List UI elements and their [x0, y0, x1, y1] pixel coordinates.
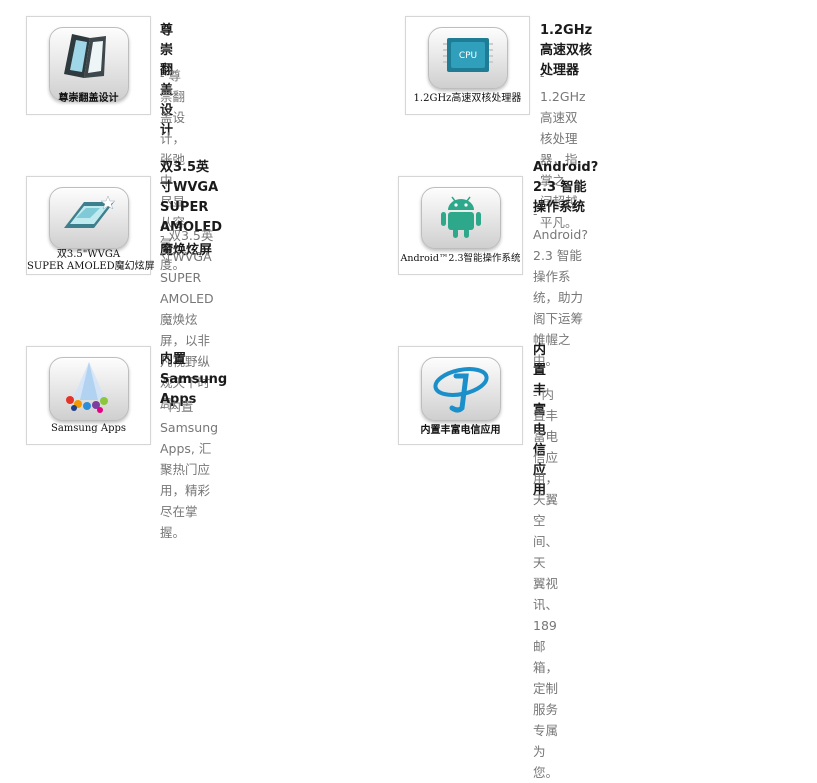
feature-thumbnail[interactable]: Samsung Apps	[26, 346, 151, 445]
feature-description: - 内置丰富电信应用，天翼空间、天 翼视讯、189邮箱，定制服务专属为 您。	[533, 384, 558, 783]
feature-thumbnail[interactable]: 内置丰富电信应用	[398, 346, 523, 445]
tile-caption: Android™2.3智能操作系统	[400, 253, 521, 264]
desc-line: - 双3.5英寸WVGA SUPER	[160, 228, 214, 285]
feature-thumbnail[interactable]: CPU 1.2GHz高速双核处理器	[405, 16, 530, 115]
cpu-chip-icon: CPU	[427, 27, 508, 89]
china-telecom-icon	[420, 357, 501, 421]
desc-line: - 内置Samsung Apps, 汇聚热门应	[160, 399, 219, 477]
tile-caption: 尊崇翻盖设计	[58, 93, 119, 104]
tile-caption: 双3.5"WVGA	[56, 249, 121, 260]
feature-thumbnail[interactable]: 尊崇翻盖设计	[26, 16, 151, 115]
tile-caption: 1.2GHz高速双核处理器	[413, 93, 522, 104]
tile-caption: Samsung Apps	[50, 423, 127, 434]
amoled-screen-icon	[48, 187, 129, 249]
desc-line: 用，精彩尽在掌握。	[160, 483, 211, 540]
desc-line: - Android? 2.3 智能操作系统，助力	[533, 206, 588, 305]
desc-line: 翼视讯、189邮箱，定制服务专属为	[533, 576, 559, 759]
chip-label: CPU	[458, 51, 476, 61]
tile-caption: 内置丰富电信应用	[420, 425, 501, 436]
flip-phone-icon	[48, 27, 129, 101]
desc-line: - 内置丰富电信应用，天翼空间、天	[533, 387, 559, 570]
feature-thumbnail[interactable]: 双3.5"WVGA SUPER AMOLED魔幻炫屏	[26, 176, 155, 275]
feature-thumbnail[interactable]: Android™2.3智能操作系统	[398, 176, 523, 275]
android-robot-icon	[420, 187, 501, 249]
samsung-apps-icon	[48, 357, 129, 421]
tile-caption: SUPER AMOLED魔幻炫屏	[27, 261, 155, 272]
desc-line: 您。	[533, 765, 559, 780]
feature-description: - 内置Samsung Apps, 汇聚热门应 用，精彩尽在掌握。	[160, 396, 218, 543]
